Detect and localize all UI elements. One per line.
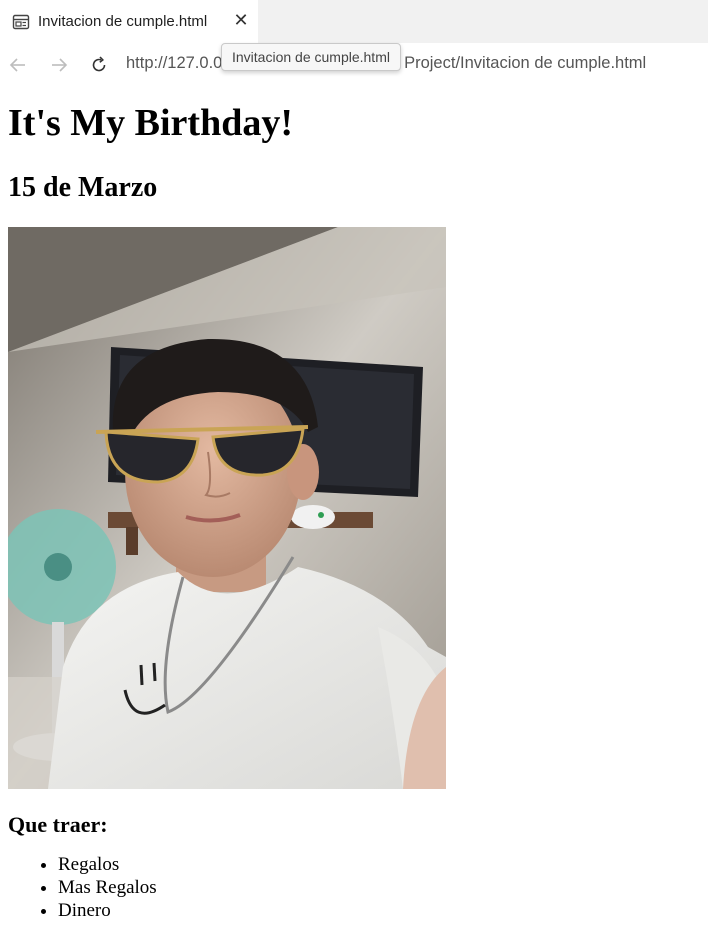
browser-tab[interactable]: Invitacion de cumple.html ✕ (0, 0, 258, 43)
arrow-left-icon (9, 58, 25, 72)
tab-strip: Invitacion de cumple.html ✕ (0, 0, 708, 43)
close-icon: ✕ (233, 10, 249, 31)
url-text-end: e Project/Invitacion de cumple.html (390, 54, 647, 72)
url-text-start: http://127.0.0 (126, 54, 223, 72)
arrow-right-icon (52, 58, 68, 72)
birthday-date: 15 de Marzo (8, 172, 158, 203)
list-item: Mas Regalos (58, 876, 708, 899)
tab-tooltip: Invitacion de cumple.html (221, 43, 401, 71)
bring-list: Regalos Mas Regalos Dinero (8, 853, 708, 922)
page-heading: It's My Birthday! (8, 102, 293, 144)
list-item: Regalos (58, 853, 708, 876)
reload-button[interactable] (86, 52, 112, 78)
portrait-photo (8, 227, 446, 789)
page-content: It's My Birthday! 15 de Marzo Que traer:… (8, 87, 708, 922)
tab-title: Invitacion de cumple.html (38, 13, 208, 30)
page-icon (12, 13, 30, 31)
tab-close-button[interactable]: ✕ (230, 10, 252, 32)
list-item: Dinero (58, 899, 708, 922)
forward-button[interactable] (46, 52, 72, 78)
back-button[interactable] (5, 52, 31, 78)
bring-heading: Que traer: (8, 812, 108, 837)
reload-icon (92, 56, 106, 72)
